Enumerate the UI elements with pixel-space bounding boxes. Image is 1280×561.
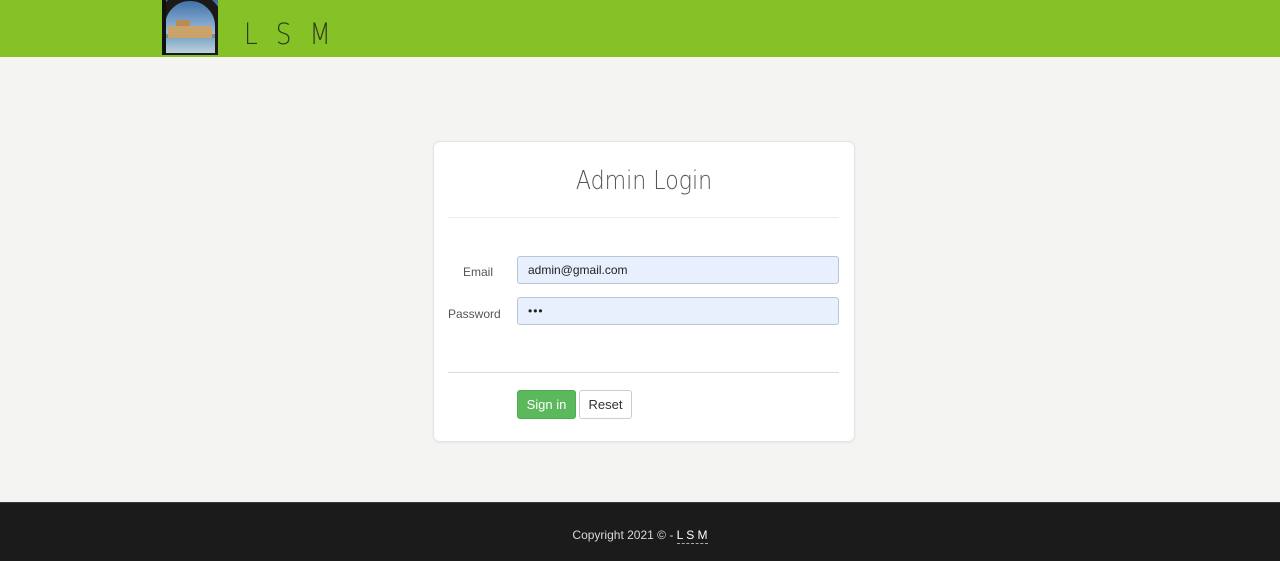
top-header: L S M (0, 0, 1280, 57)
page-title: Admin Login (575, 166, 713, 196)
footer-brand-link[interactable]: L S M (676, 528, 708, 544)
footer: Copyright 2021 © - L S M (0, 502, 1280, 561)
divider (448, 372, 839, 373)
logo-image[interactable] (162, 0, 218, 55)
copyright-text: Copyright 2021 © - (572, 528, 677, 542)
divider (448, 217, 839, 218)
reset-button[interactable]: Reset (579, 390, 632, 419)
login-card: Admin Login Email Password Sign in Reset (433, 141, 855, 442)
password-label: Password (448, 307, 501, 321)
password-field[interactable] (517, 297, 839, 325)
email-label: Email (463, 265, 494, 279)
sign-in-button[interactable]: Sign in (517, 390, 576, 419)
brand-title[interactable]: L S M (244, 14, 336, 54)
email-field[interactable] (517, 256, 839, 284)
